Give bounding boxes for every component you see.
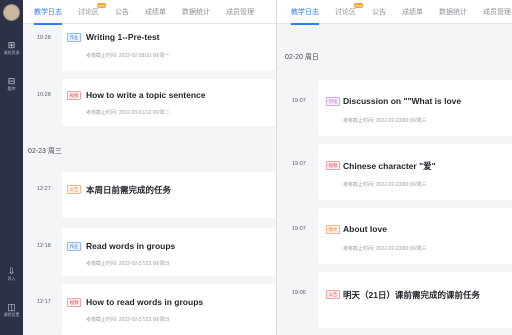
sidebar-item-question-bank[interactable]: ⊟ 题库	[0, 76, 23, 91]
log-card[interactable]: 视频 How to write a topic sentence 考核截止时间:…	[62, 79, 276, 126]
entry-time: 12:27	[37, 186, 51, 192]
sidebar-item-label: 题库	[7, 86, 16, 91]
entry-time: 12:18	[37, 243, 51, 249]
grid-icon: ⊞	[7, 40, 16, 50]
sidebar-item-label: 导入	[7, 276, 16, 281]
log-card[interactable]: 视频 How to read words in groups 考核截止时间: 2…	[62, 284, 276, 335]
avatar[interactable]	[3, 4, 20, 21]
tab-announcements[interactable]: 公告	[115, 7, 129, 17]
tab-teaching-log[interactable]: 教学日志	[291, 7, 319, 25]
entry-time: 10:28	[37, 35, 51, 41]
entry-time: 19:06	[292, 290, 306, 296]
card-title: 本周日前需完成的任务	[86, 185, 172, 195]
image-text-tag: 图文	[326, 225, 340, 234]
entry-time: 19:07	[292, 98, 306, 104]
announcement-tag: 公告	[326, 290, 340, 299]
discussion-tag: 讨论	[326, 97, 340, 106]
tab-bar: 教学日志 讨论区 new 公告 成绩单 数据统计 成员管理	[277, 0, 512, 25]
tab-statistics[interactable]: 数据统计	[182, 7, 210, 17]
tab-label: 讨论区	[78, 8, 99, 16]
video-tag: 视频	[326, 161, 340, 170]
tab-grades[interactable]: 成绩单	[145, 7, 166, 17]
new-badge: new	[353, 2, 363, 8]
card-title: How to write a topic sentence	[86, 90, 206, 100]
log-card[interactable]: 讨论 Discussion on ""What is love 考核截止时间: …	[318, 80, 512, 136]
entry-time: 19:07	[292, 226, 306, 232]
date-group-label: 02-20 周日	[285, 54, 319, 61]
card-title: Discussion on ""What is love	[343, 96, 462, 106]
card-deadline: 考核截止时间: 2022-02-23/00:00/周三	[343, 246, 427, 252]
assignment-tag: 作业	[67, 33, 81, 42]
box-icon: ⊟	[7, 76, 16, 86]
tab-members[interactable]: 成员管理	[483, 7, 511, 17]
log-card[interactable]: 作业 Writing 1--Pre-test 考核截止时间: 2022-02-2…	[62, 24, 276, 71]
new-badge: new	[96, 2, 106, 8]
sidebar-item-course-settings[interactable]: ◫ 课程设置	[0, 302, 23, 317]
tab-announcements[interactable]: 公告	[372, 7, 386, 17]
card-deadline: 考核截止时间: 2022-02-27/23:00/周日	[86, 261, 170, 267]
sidebar-item-course-resources[interactable]: ⊞ 课程资源	[0, 40, 23, 55]
sidebar-item-import[interactable]: ⇩ 导入	[0, 266, 23, 281]
settings-icon: ◫	[7, 302, 16, 312]
card-deadline: 考核截止时间: 2022-02-27/23:00/周日	[86, 317, 170, 323]
log-card[interactable]: 公告 本周日前需完成的任务	[62, 172, 276, 218]
video-tag: 视频	[67, 91, 81, 100]
log-card[interactable]: 图文 About love 考核截止时间: 2022-02-23/00:00/周…	[318, 208, 512, 264]
card-title: Read words in groups	[86, 241, 176, 251]
entry-time: 10:28	[37, 92, 51, 98]
tab-bar: 教学日志 讨论区 new 公告 成绩单 数据统计 成员管理	[23, 0, 276, 25]
date-group-label: 02-23 周三	[28, 148, 62, 155]
left-course-panel: ⊞ 课程资源 ⊟ 题库 ⇩ 导入 ◫ 课程设置 教学日志 讨论区 new 公告 成…	[0, 0, 276, 335]
assignment-tag: 作业	[67, 242, 81, 251]
card-title: Chinese character "爱"	[343, 161, 436, 171]
tab-members[interactable]: 成员管理	[226, 7, 254, 17]
tab-grades[interactable]: 成绩单	[402, 7, 423, 17]
log-card[interactable]: 视频 Chinese character "爱" 考核截止时间: 2022-02…	[318, 144, 512, 200]
card-title: Writing 1--Pre-test	[86, 32, 160, 42]
sidebar: ⊞ 课程资源 ⊟ 题库 ⇩ 导入 ◫ 课程设置	[0, 0, 23, 335]
sidebar-item-label: 课程资源	[3, 50, 20, 55]
card-title: 明天（21日）课前需完成的课前任务	[343, 290, 480, 300]
log-card[interactable]: 公告 明天（21日）课前需完成的课前任务	[318, 272, 512, 328]
card-title: About love	[343, 224, 387, 234]
entry-time: 12:17	[37, 299, 51, 305]
tab-discussion[interactable]: 讨论区 new	[78, 2, 106, 17]
card-deadline: 考核截止时间: 2022-02-23/00:00/周三	[343, 182, 427, 188]
sidebar-item-label: 课程设置	[3, 312, 20, 317]
card-deadline: 考核截止时间: 2022-02-23/00:00/周三	[343, 118, 427, 124]
tab-label: 讨论区	[335, 8, 356, 16]
entry-time: 19:07	[292, 161, 306, 167]
download-icon: ⇩	[7, 266, 16, 276]
log-card[interactable]: 作业 Read words in groups 考核截止时间: 2022-02-…	[62, 228, 276, 276]
announcement-tag: 公告	[67, 185, 81, 194]
card-deadline: 考核截止时间: 2022-03-01/12:00/周二	[86, 110, 170, 116]
card-deadline: 考核截止时间: 2022-02-28/10:00/周一	[86, 53, 170, 59]
tab-teaching-log[interactable]: 教学日志	[34, 7, 62, 25]
card-title: How to read words in groups	[86, 297, 204, 307]
tab-statistics[interactable]: 数据统计	[439, 7, 467, 17]
video-tag: 视频	[67, 298, 81, 307]
tab-discussion[interactable]: 讨论区 new	[335, 2, 363, 17]
right-course-panel: 教学日志 讨论区 new 公告 成绩单 数据统计 成员管理 02-20 周日 19…	[277, 0, 512, 335]
